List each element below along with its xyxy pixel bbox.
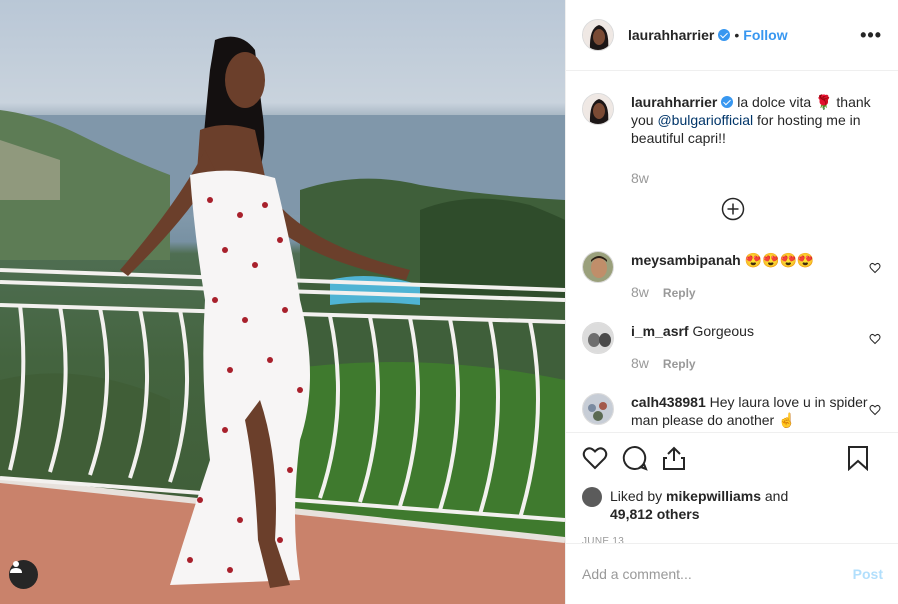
comment-body: calh438981 Hey laura love u in spider ma…	[631, 393, 883, 429]
comment-item: i_m_asrf Gorgeous 8w Reply	[582, 322, 883, 373]
share-button[interactable]	[662, 445, 686, 471]
likes-count[interactable]: 49,812 others	[610, 506, 700, 522]
liker-username[interactable]: mikepwilliams	[666, 488, 761, 504]
profile-photo	[583, 323, 613, 353]
comment-item: meysambipanah 😍😍😍😍 8w Reply	[582, 251, 883, 302]
save-button[interactable]	[847, 445, 869, 471]
post-author-username[interactable]: laurahharrier	[628, 27, 714, 43]
avatar[interactable]	[582, 93, 614, 125]
caption-body: laurahharrier la dolce vita 🌹 thank you …	[631, 93, 883, 187]
likes-prefix: Liked by	[610, 488, 667, 504]
reply-button[interactable]: Reply	[663, 286, 696, 300]
header-text: laurahharrier • Follow	[628, 27, 788, 43]
avatar[interactable]	[582, 19, 614, 51]
comment-text: 😍😍😍😍	[740, 252, 815, 268]
caption-time[interactable]: 8w	[631, 170, 649, 186]
profile-photo	[583, 252, 613, 282]
comment-like-button[interactable]	[869, 261, 881, 277]
comment-username[interactable]: calh438981	[631, 394, 706, 410]
comment-item: calh438981 Hey laura love u in spider ma…	[582, 393, 883, 429]
avatar[interactable]	[582, 322, 614, 354]
comment-meta: 8w Reply	[631, 354, 883, 373]
comment-like-button[interactable]	[869, 332, 881, 348]
comment-like-button[interactable]	[869, 403, 881, 419]
comment-icon	[622, 445, 648, 471]
reply-button[interactable]: Reply	[663, 357, 696, 371]
more-options-icon[interactable]: •••	[860, 25, 882, 46]
caption-username[interactable]: laurahharrier	[631, 94, 717, 110]
post-header: laurahharrier • Follow •••	[566, 0, 898, 71]
heart-icon	[869, 404, 881, 416]
verified-badge-icon	[721, 96, 734, 108]
separator-dot: •	[734, 27, 740, 43]
avatar[interactable]	[582, 251, 614, 283]
mention-link[interactable]: @bulgariofficial	[657, 112, 753, 128]
comment-input[interactable]	[582, 566, 853, 582]
comment-username[interactable]: i_m_asrf	[631, 323, 689, 339]
comments-list[interactable]: laurahharrier la dolce vita 🌹 thank you …	[566, 72, 898, 432]
user-tag-icon	[10, 561, 22, 573]
bookmark-icon	[848, 446, 868, 471]
profile-photo	[583, 94, 613, 124]
follow-button[interactable]: Follow	[743, 27, 787, 43]
likes-middle: and	[760, 488, 789, 504]
comment-body: meysambipanah 😍😍😍😍 8w Reply	[631, 251, 883, 302]
verified-badge-icon	[718, 29, 731, 41]
caption-meta: 8w	[631, 169, 883, 187]
plus-circle-icon	[721, 197, 744, 221]
post-button[interactable]: Post	[853, 566, 883, 582]
likes-text: Liked by mikepwilliams and 49,812 others	[610, 487, 788, 523]
comment-body: i_m_asrf Gorgeous 8w Reply	[631, 322, 883, 373]
avatar[interactable]	[582, 393, 614, 425]
user-tag-button[interactable]	[9, 560, 38, 589]
comment-button[interactable]	[622, 445, 648, 471]
likes-summary: Liked by mikepwilliams and 49,812 others	[582, 487, 883, 523]
load-more-comments[interactable]	[582, 197, 883, 221]
heart-icon	[582, 447, 608, 470]
post-details-panel: laurahharrier • Follow ••• laurahharrier…	[565, 0, 898, 604]
profile-photo	[583, 394, 613, 424]
post-actions: Liked by mikepwilliams and 49,812 others…	[566, 432, 898, 547]
comment-username[interactable]: meysambipanah	[631, 252, 741, 268]
share-icon	[663, 446, 685, 470]
comment-text: Gorgeous	[688, 323, 754, 339]
photo-illustration	[0, 36, 565, 604]
add-comment-bar: Post	[566, 543, 898, 604]
comment-time[interactable]: 8w	[631, 355, 649, 371]
heart-icon	[869, 262, 881, 274]
post-photo[interactable]	[0, 0, 565, 604]
heart-icon	[869, 333, 881, 345]
action-icons	[582, 443, 883, 473]
comment-time[interactable]: 8w	[631, 284, 649, 300]
caption-row: laurahharrier la dolce vita 🌹 thank you …	[582, 93, 883, 187]
comment-meta: 8w Reply	[631, 283, 883, 302]
liker-avatar[interactable]	[582, 487, 602, 507]
profile-photo	[583, 20, 613, 50]
like-button[interactable]	[582, 446, 608, 470]
